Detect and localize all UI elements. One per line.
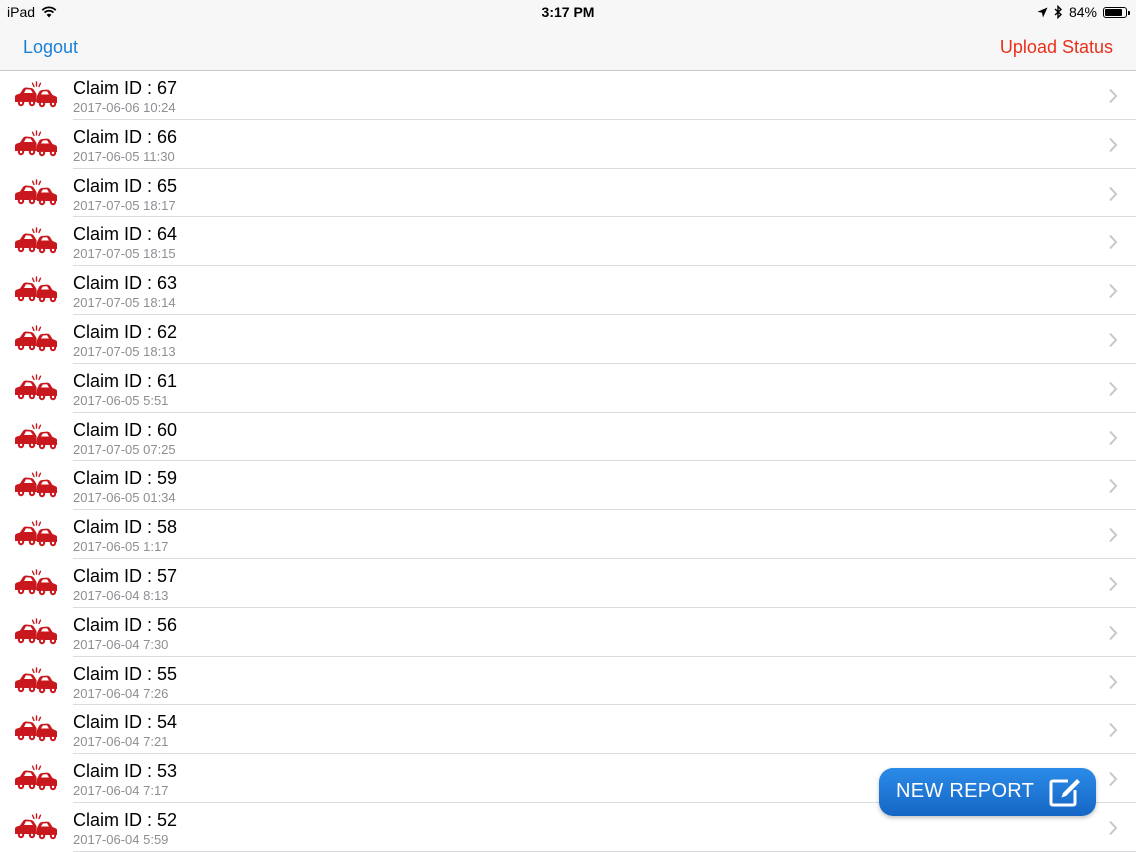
claim-date: 2017-07-05 18:15 xyxy=(73,246,176,262)
navigation-bar: Logout Upload Status xyxy=(0,24,1136,71)
car-crash-icon xyxy=(15,813,57,840)
car-crash-icon xyxy=(15,81,57,108)
edit-icon xyxy=(1049,779,1080,807)
claim-row[interactable]: Claim ID : 57 2017-06-04 8:13 xyxy=(0,559,1136,608)
claim-title: Claim ID : 57 xyxy=(73,565,178,586)
claim-row[interactable]: Claim ID : 60 2017-07-05 07:25 xyxy=(0,413,1136,462)
claim-title: Claim ID : 52 xyxy=(73,809,178,830)
claim-title: Claim ID : 64 xyxy=(73,224,178,245)
car-crash-icon xyxy=(15,471,57,498)
car-crash-icon xyxy=(15,520,57,547)
car-crash-icon xyxy=(15,666,57,693)
claim-date: 2017-06-04 5:59 xyxy=(73,831,169,847)
claim-row[interactable]: Claim ID : 63 2017-07-05 18:14 xyxy=(0,266,1136,315)
chevron-right-icon xyxy=(1109,284,1118,299)
claim-row[interactable]: Claim ID : 65 2017-07-05 18:17 xyxy=(0,169,1136,218)
status-bar: iPad 3:17 PM 84% xyxy=(0,0,1136,24)
claim-title: Claim ID : 54 xyxy=(73,712,178,733)
chevron-right-icon xyxy=(1109,576,1118,592)
chevron-right-icon xyxy=(1109,430,1118,445)
claim-date: 2017-06-04 7:21 xyxy=(73,734,169,750)
claim-date: 2017-06-04 7:30 xyxy=(73,636,169,652)
claim-row[interactable]: Claim ID : 66 2017-06-05 11:30 xyxy=(0,120,1136,169)
claim-row[interactable]: Claim ID : 64 2017-07-05 18:15 xyxy=(0,217,1136,267)
claim-date: 2017-06-06 10:24 xyxy=(73,100,176,115)
chevron-right-icon xyxy=(1109,674,1118,689)
claim-row[interactable]: Claim ID : 54 2017-06-04 7:21 xyxy=(0,705,1136,755)
claim-row[interactable]: Claim ID : 58 2017-06-05 1:17 xyxy=(0,510,1136,559)
claim-date: 2017-06-05 1:17 xyxy=(73,539,169,555)
claim-title: Claim ID : 60 xyxy=(73,419,178,440)
claims-list: Claim ID : 67 2017-06-06 10:24 Claim ID … xyxy=(0,71,1136,852)
chevron-right-icon xyxy=(1109,381,1118,396)
claim-date: 2017-07-05 18:17 xyxy=(73,197,176,213)
claim-date: 2017-06-05 01:34 xyxy=(73,490,176,506)
chevron-right-icon xyxy=(1109,771,1118,787)
new-report-label: NEW REPORT xyxy=(896,780,1035,802)
chevron-right-icon xyxy=(1109,88,1118,104)
claim-date: 2017-06-04 7:26 xyxy=(73,685,169,701)
claim-row[interactable]: Claim ID : 59 2017-06-05 01:34 xyxy=(0,461,1136,511)
car-crash-icon xyxy=(15,569,57,596)
claim-title: Claim ID : 61 xyxy=(73,370,178,391)
status-time: 3:17 PM xyxy=(541,4,595,20)
car-crash-icon xyxy=(15,422,57,449)
claim-date: 2017-06-05 11:30 xyxy=(73,148,175,164)
claim-row[interactable]: Claim ID : 67 2017-06-06 10:24 xyxy=(0,71,1136,120)
car-crash-icon xyxy=(15,715,57,742)
claim-date: 2017-06-05 5:51 xyxy=(73,392,169,408)
car-crash-icon xyxy=(15,764,57,791)
claim-date: 2017-07-05 18:14 xyxy=(73,295,176,311)
claim-row[interactable]: Claim ID : 56 2017-06-04 7:30 xyxy=(0,608,1136,657)
car-crash-icon xyxy=(15,618,57,644)
claim-date: 2017-07-05 07:25 xyxy=(73,441,176,457)
claim-date: 2017-07-05 18:13 xyxy=(73,343,176,359)
claim-row[interactable]: Claim ID : 61 2017-06-05 5:51 xyxy=(0,364,1136,413)
wifi-icon xyxy=(41,6,57,18)
claim-title: Claim ID : 65 xyxy=(73,175,178,196)
chevron-right-icon xyxy=(1109,137,1118,152)
claim-title: Claim ID : 67 xyxy=(73,78,178,98)
chevron-right-icon xyxy=(1109,479,1118,494)
claim-title: Claim ID : 56 xyxy=(73,614,178,635)
chevron-right-icon xyxy=(1109,527,1118,543)
chevron-right-icon xyxy=(1109,723,1118,738)
battery-fill xyxy=(1105,8,1122,16)
claim-title: Claim ID : 59 xyxy=(73,468,178,489)
location-arrow-icon xyxy=(1037,7,1048,17)
claim-title: Claim ID : 58 xyxy=(73,517,178,538)
car-crash-icon xyxy=(15,276,57,303)
battery-percent: 84% xyxy=(1068,4,1097,20)
chevron-right-icon xyxy=(1109,820,1118,836)
car-crash-icon xyxy=(15,178,57,205)
device-name: iPad xyxy=(7,4,36,20)
chevron-right-icon xyxy=(1109,625,1118,640)
claim-title: Claim ID : 55 xyxy=(73,663,178,684)
claim-row[interactable]: Claim ID : 55 2017-06-04 7:26 xyxy=(0,657,1136,706)
car-crash-icon xyxy=(15,325,57,352)
claim-title: Claim ID : 62 xyxy=(73,321,178,342)
car-crash-icon xyxy=(15,374,57,400)
claim-title: Claim ID : 53 xyxy=(73,761,178,782)
new-report-button[interactable]: NEW REPORT xyxy=(879,768,1096,816)
chevron-right-icon xyxy=(1109,186,1118,201)
claim-title: Claim ID : 66 xyxy=(73,126,178,147)
logout-button[interactable]: Logout xyxy=(23,37,78,58)
car-crash-icon xyxy=(15,130,57,156)
claim-row[interactable]: Claim ID : 62 2017-07-05 18:13 xyxy=(0,315,1136,364)
bluetooth-icon xyxy=(1054,5,1062,19)
chevron-right-icon xyxy=(1109,235,1118,250)
claim-date: 2017-06-04 8:13 xyxy=(73,587,169,603)
chevron-right-icon xyxy=(1109,332,1118,348)
claim-title: Claim ID : 63 xyxy=(73,273,178,294)
upload-status-button[interactable]: Upload Status xyxy=(1000,37,1113,58)
car-crash-icon xyxy=(15,227,57,254)
claim-date: 2017-06-04 7:17 xyxy=(73,783,169,799)
battery-icon xyxy=(1103,6,1130,18)
